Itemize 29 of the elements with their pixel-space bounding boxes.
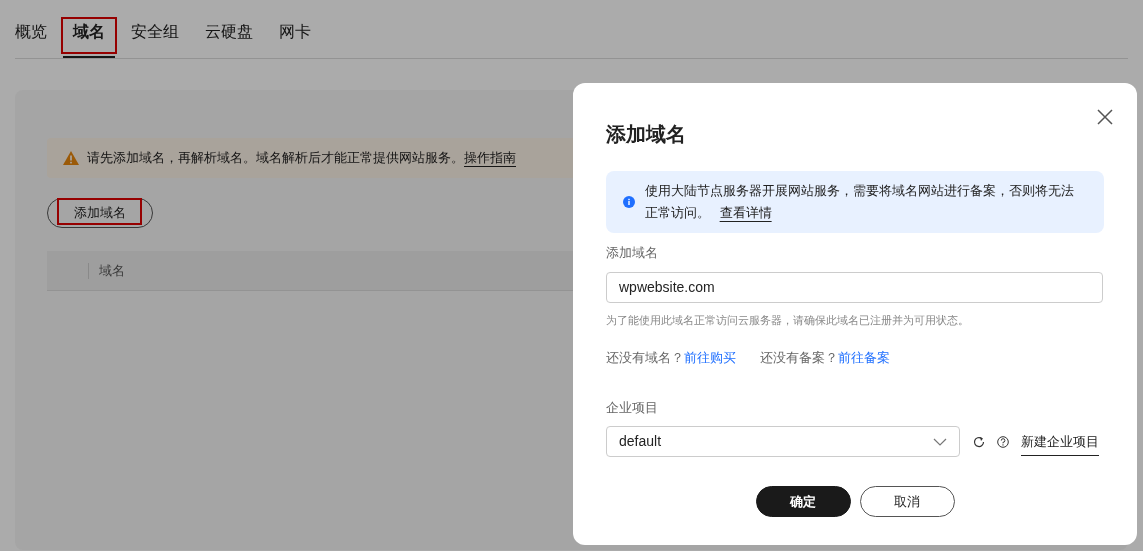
guide-link[interactable]: 操作指南 — [464, 148, 516, 168]
tab[interactable]: 网卡 — [269, 20, 321, 58]
close-icon[interactable] — [1097, 109, 1113, 125]
dialog-title: 添加域名 — [606, 122, 686, 147]
action-link[interactable]: 前往购买 — [684, 348, 736, 368]
field-label: 企业项目 — [606, 398, 659, 417]
tab[interactable]: 概览 — [5, 20, 57, 58]
tab[interactable]: 域名 — [63, 20, 115, 58]
prompt-text: 还没有备案？ — [760, 349, 838, 367]
project-select[interactable]: default — [606, 426, 960, 457]
create-project-link[interactable]: 新建企业项目 — [1021, 431, 1099, 457]
chevron-down-icon — [933, 437, 947, 446]
field-hint: 为了能使用此域名正常访问云服务器，请确保此域名已注册并为可用状态。 — [606, 312, 970, 328]
cancel-button[interactable]: 取消 — [859, 486, 955, 517]
field-label: 添加域名 — [606, 244, 659, 262]
column-header: 域名 — [99, 261, 125, 280]
warning-message: 请先添加域名，再解析域名。域名解析后才能正常提供网站服务。 — [87, 149, 464, 168]
refresh-icon[interactable] — [973, 435, 985, 448]
info-message: 使用大陆节点服务器开展网站服务，需要将域名网站进行备案，否则将无法正常访问。 查看详情 — [645, 182, 1075, 222]
confirm-button[interactable]: 确定 — [755, 486, 851, 517]
info-icon — [623, 196, 635, 208]
action-link[interactable]: 前往备案 — [838, 348, 890, 368]
tab[interactable]: 云硬盘 — [195, 20, 263, 58]
tab[interactable]: 安全组 — [121, 20, 189, 58]
prompt-text: 还没有域名？ — [606, 349, 684, 367]
help-icon[interactable] — [997, 435, 1009, 448]
domain-input-field[interactable]: wpwebsite.com — [606, 271, 1103, 303]
warning-icon — [63, 151, 79, 165]
details-link[interactable]: 查看详情 — [719, 205, 772, 220]
